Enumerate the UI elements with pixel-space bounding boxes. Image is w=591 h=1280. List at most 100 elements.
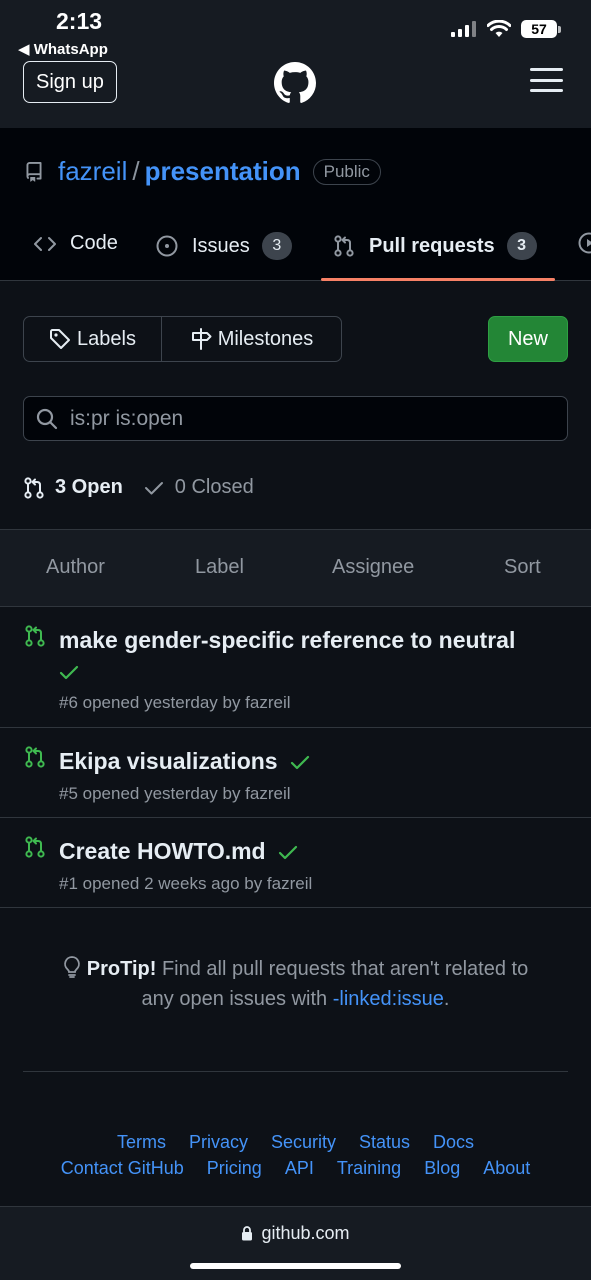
closed-count: 0 Closed	[174, 476, 254, 498]
tab-label: Issues	[192, 234, 250, 257]
issue-opened-icon	[156, 235, 178, 257]
footer-link-security[interactable]: Security	[271, 1132, 336, 1153]
hamburger-menu-icon[interactable]	[530, 68, 563, 92]
footer-link-terms[interactable]: Terms	[117, 1132, 166, 1153]
repo-tabs: Code Issues 3 Pull requests 3	[0, 218, 591, 281]
sort-filter-bar: Author Label Assignee Sort	[0, 529, 591, 607]
tab-actions-partial[interactable]	[578, 232, 591, 254]
milestones-label: Milestones	[217, 327, 314, 350]
tab-code[interactable]: Code	[34, 232, 118, 255]
footer-link-contact[interactable]: Contact GitHub	[61, 1158, 184, 1179]
search-input[interactable]: is:pr is:open	[23, 396, 568, 441]
new-pull-request-button[interactable]: New	[488, 316, 568, 362]
pull-requests-counter: 3	[506, 232, 537, 260]
repo-owner-link[interactable]: fazreil	[58, 156, 127, 187]
tab-label: Code	[70, 232, 118, 254]
pr-title-text: Ekipa visualizations	[59, 748, 278, 774]
pr-meta: #6 opened yesterday by fazreil	[59, 693, 291, 712]
pr-meta: #1 opened 2 weeks ago by fazreil	[59, 874, 313, 893]
repo-name-link[interactable]: presentation	[145, 156, 301, 187]
sign-up-button[interactable]: Sign up	[23, 61, 117, 103]
protip-text: Find all pull requests that aren't relat…	[156, 958, 529, 980]
check-success-icon	[278, 845, 298, 860]
cellular-signal-icon	[451, 21, 476, 37]
protip-end: .	[443, 988, 450, 1010]
issues-counter: 3	[261, 232, 292, 260]
list-item[interactable]: make gender-specific reference to neutra…	[0, 607, 591, 728]
git-pull-request-open-icon	[25, 836, 45, 858]
search-query: is:pr is:open	[70, 406, 184, 430]
protip-link[interactable]: -linked:issue	[333, 988, 444, 1010]
footer-divider	[23, 1071, 568, 1072]
pr-title[interactable]: make gender-specific reference to neutra…	[59, 624, 569, 689]
milestones-button[interactable]: Milestones	[162, 317, 341, 361]
visibility-badge: Public	[312, 158, 381, 185]
repo-icon	[26, 161, 42, 182]
check-success-icon	[59, 665, 79, 680]
lock-icon	[242, 1226, 253, 1241]
sort-filter[interactable]: Sort	[504, 556, 541, 579]
pr-title-text: Create HOWTO.md	[59, 838, 266, 864]
labels-button[interactable]: Labels	[24, 317, 162, 361]
footer-link-training[interactable]: Training	[337, 1158, 401, 1179]
assignee-filter[interactable]: Assignee	[332, 556, 414, 579]
play-icon	[578, 232, 591, 254]
git-pull-request-open-icon	[25, 746, 45, 768]
tag-icon	[50, 329, 71, 349]
tab-label: Pull requests	[369, 234, 495, 257]
protip-label: ProTip!	[86, 958, 157, 980]
footer-link-status[interactable]: Status	[359, 1132, 410, 1153]
milestone-icon	[191, 328, 212, 350]
labels-label: Labels	[77, 327, 136, 350]
footer-link-about[interactable]: About	[483, 1158, 530, 1179]
battery-level: 57	[521, 20, 557, 38]
site-header: Sign up	[0, 61, 591, 128]
pr-meta: #5 opened yesterday by fazreil	[59, 784, 291, 803]
git-pull-request-icon	[24, 476, 44, 499]
footer-link-api[interactable]: API	[285, 1158, 314, 1179]
search-icon	[36, 408, 58, 429]
status-bar: 2:13 ◀ WhatsApp 57	[0, 0, 591, 62]
url-display[interactable]: github.com	[0, 1223, 591, 1244]
tab-issues[interactable]: Issues 3	[156, 232, 292, 260]
git-pull-request-icon	[334, 235, 354, 257]
list-item[interactable]: Create HOWTO.md #1 opened 2 weeks ago by…	[0, 818, 591, 908]
protip: ProTip! Find all pull requests that aren…	[0, 954, 591, 1014]
pr-title[interactable]: Create HOWTO.md	[59, 835, 569, 868]
pr-title[interactable]: Ekipa visualizations	[59, 745, 569, 778]
repo-title: fazreil / presentation Public	[24, 156, 381, 187]
tab-pull-requests[interactable]: Pull requests 3	[333, 232, 537, 260]
check-icon	[144, 481, 163, 494]
pull-request-list: make gender-specific reference to neutra…	[0, 607, 591, 908]
battery-indicator: 57	[521, 20, 561, 38]
label-filter[interactable]: Label	[195, 556, 244, 579]
footer-links-row-2: Contact GitHub Pricing API Training Blog…	[0, 1158, 591, 1179]
open-filter[interactable]: 3 Open	[23, 476, 123, 499]
back-to-app-link[interactable]: ◀ WhatsApp	[18, 40, 108, 58]
github-logo-icon[interactable]	[272, 62, 318, 104]
status-icons: 57	[451, 20, 561, 38]
repo-separator: /	[132, 156, 140, 186]
home-indicator[interactable]	[190, 1263, 401, 1269]
footer-link-docs[interactable]: Docs	[433, 1132, 474, 1153]
state-toggle: 3 Open 0 Closed	[23, 476, 254, 499]
author-filter[interactable]: Author	[46, 556, 105, 579]
active-tab-indicator	[321, 278, 555, 281]
browser-url-bar[interactable]: github.com	[0, 1206, 591, 1280]
open-count: 3 Open	[55, 476, 123, 498]
git-pull-request-open-icon	[25, 625, 45, 647]
code-icon	[34, 236, 56, 251]
pr-title-text: make gender-specific reference to neutra…	[59, 627, 516, 653]
closed-filter[interactable]: 0 Closed	[143, 476, 254, 499]
wifi-icon	[487, 20, 511, 37]
footer-link-pricing[interactable]: Pricing	[207, 1158, 262, 1179]
footer-link-privacy[interactable]: Privacy	[189, 1132, 248, 1153]
footer-links-row-1: Terms Privacy Security Status Docs	[0, 1132, 591, 1153]
footer-link-blog[interactable]: Blog	[424, 1158, 460, 1179]
check-success-icon	[290, 755, 310, 770]
labels-milestones-group: Labels Milestones	[23, 316, 342, 362]
list-item[interactable]: Ekipa visualizations #5 opened yesterday…	[0, 728, 591, 818]
repo-header: fazreil / presentation Public Code Issue…	[0, 128, 591, 281]
url-domain: github.com	[261, 1223, 350, 1243]
protip-text-2: any open issues with	[141, 988, 333, 1010]
